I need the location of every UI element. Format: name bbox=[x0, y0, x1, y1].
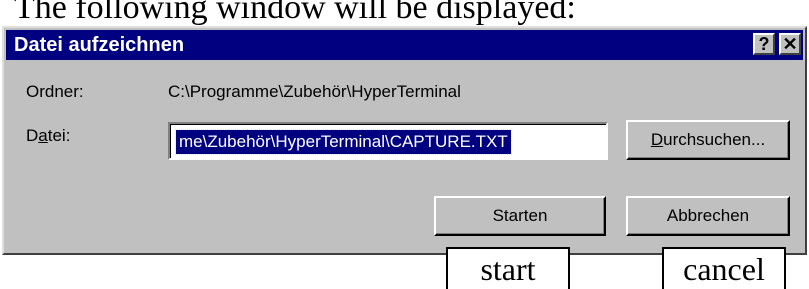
start-button[interactable]: Starten bbox=[434, 196, 606, 236]
file-input-value[interactable]: me\Zubehör\HyperTerminal\CAPTURE.TXT bbox=[175, 129, 512, 155]
browse-button[interactable]: Durchsuchen... bbox=[626, 120, 790, 160]
file-label-part: D bbox=[26, 126, 39, 145]
browse-label: urchsuchen... bbox=[663, 130, 766, 149]
folder-label: Ordner: bbox=[26, 82, 84, 101]
folder-path: C:\Programme\Zubehör\HyperTerminal bbox=[168, 82, 461, 101]
window-title: Datei aufzeichnen bbox=[14, 34, 185, 56]
file-input[interactable]: me\Zubehör\HyperTerminal\CAPTURE.TXT bbox=[168, 122, 608, 160]
title-bar[interactable]: Datei aufzeichnen ? ✕ bbox=[6, 30, 803, 60]
browse-accel: D bbox=[650, 130, 664, 149]
cancel-callout: cancel bbox=[662, 247, 786, 289]
cancel-button[interactable]: Abbrechen bbox=[626, 196, 790, 236]
file-label-accel: a bbox=[38, 126, 48, 145]
file-label-part: tei: bbox=[47, 126, 71, 145]
file-label: Datei: bbox=[26, 126, 70, 146]
start-callout: start bbox=[446, 247, 570, 289]
document-caption: The following window will be displayed: bbox=[14, 0, 576, 26]
capture-dialog: Datei aufzeichnen ? ✕ Ordner: C:\Program… bbox=[2, 26, 807, 255]
help-button[interactable]: ? bbox=[753, 33, 775, 55]
close-button[interactable]: ✕ bbox=[779, 33, 801, 55]
